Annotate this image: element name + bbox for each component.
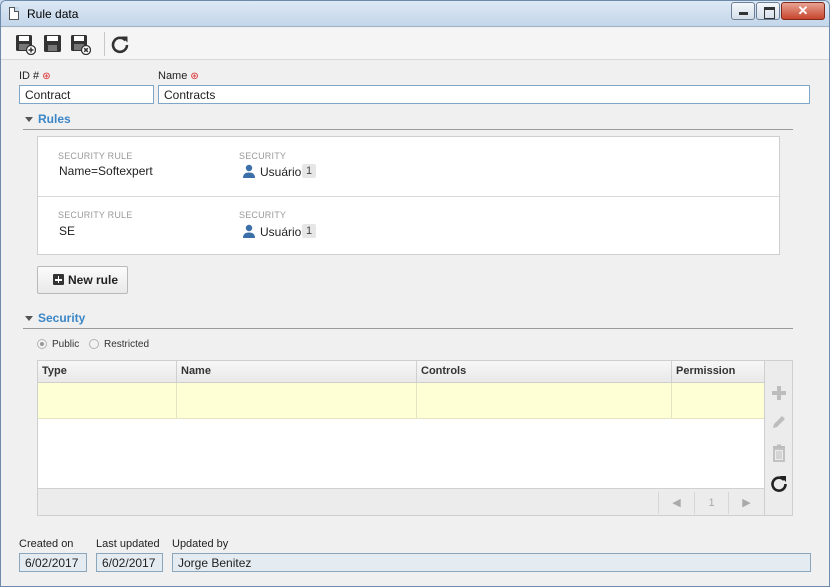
count-badge: 1 (302, 224, 317, 238)
user-icon (243, 224, 255, 238)
edit-icon (773, 416, 785, 428)
public-radio[interactable] (37, 339, 47, 349)
last-updated-label: Last updated (96, 538, 160, 550)
close-button[interactable]: ✕ (781, 2, 825, 20)
add-button[interactable] (769, 383, 789, 403)
name-label: Name ⊛ (158, 70, 199, 82)
toolbar (1, 28, 829, 60)
id-label-text: ID # (19, 70, 40, 82)
security-caption: SECURITY (239, 210, 287, 220)
grid-refresh-button[interactable] (769, 473, 789, 493)
rules-section-header[interactable]: Rules (23, 112, 793, 130)
add-icon (772, 386, 786, 400)
security-rule-caption: SECURITY RULE (58, 151, 133, 161)
refresh-button[interactable] (109, 33, 131, 55)
table-cell (38, 383, 177, 419)
save-button[interactable] (42, 33, 64, 55)
security-value: Usuário (260, 225, 302, 239)
table-row[interactable] (38, 383, 764, 419)
save-new-icon (16, 35, 37, 56)
save-close-icon (71, 35, 92, 56)
last-updated-field: 6/02/2017 (96, 553, 163, 572)
updated-by-label: Updated by (172, 538, 229, 550)
required-icon: ⊛ (190, 71, 199, 82)
public-label[interactable]: Public (52, 339, 79, 350)
rules-list: SECURITY RULE Name=Softexpert SECURITY U… (37, 136, 780, 255)
restricted-label[interactable]: Restricted (104, 339, 149, 350)
name-label-text: Name (158, 70, 188, 82)
delete-button[interactable] (769, 443, 789, 463)
title-bar: Rule data ✕ (1, 1, 829, 27)
next-page-button[interactable]: ▶ (728, 492, 764, 514)
security-rule-value: Name=Softexpert (59, 164, 153, 178)
maximize-button[interactable] (756, 2, 780, 20)
restricted-radio[interactable] (89, 339, 99, 349)
rules-section-title: Rules (38, 112, 71, 126)
security-grid: Type Name Controls Permission ◀ 1 ▶ (37, 360, 765, 516)
id-label: ID # ⊛ (19, 70, 51, 82)
column-header-name[interactable]: Name (177, 361, 417, 383)
name-input[interactable]: Contracts (158, 85, 810, 104)
pager: ◀ 1 ▶ (658, 492, 764, 514)
plus-icon (53, 274, 64, 285)
rule-row[interactable]: SECURITY RULE SE SECURITY Usuário 1 (38, 196, 779, 255)
window-title: Rule data (27, 7, 79, 21)
security-rule-value: SE (59, 224, 76, 238)
security-rule-caption: SECURITY RULE (58, 210, 133, 220)
new-rule-button[interactable]: New rule (37, 266, 128, 294)
required-icon: ⊛ (42, 71, 51, 82)
security-section-title: Security (38, 311, 86, 325)
grid-header: Type Name Controls Permission (38, 361, 764, 383)
collapse-triangle-icon (25, 117, 33, 122)
new-rule-label: New rule (68, 273, 119, 287)
table-cell (177, 383, 417, 419)
column-header-controls[interactable]: Controls (417, 361, 672, 383)
document-icon (9, 7, 19, 20)
column-header-permission[interactable]: Permission (672, 361, 764, 383)
user-icon (243, 164, 255, 178)
count-badge: 1 (302, 164, 317, 178)
created-on-field: 6/02/2017 (19, 553, 87, 572)
id-input[interactable]: Contract (19, 85, 154, 104)
delete-icon (773, 444, 785, 462)
save-new-button[interactable] (14, 33, 37, 56)
updated-by-field: Jorge Benitez (172, 553, 811, 572)
close-icon: ✕ (797, 3, 809, 18)
refresh-icon (111, 36, 129, 54)
created-on-label: Created on (19, 538, 74, 550)
rule-row[interactable]: SECURITY RULE Name=Softexpert SECURITY U… (38, 137, 779, 196)
previous-page-button[interactable]: ◀ (658, 492, 694, 514)
column-header-type[interactable]: Type (38, 361, 177, 383)
security-caption: SECURITY (239, 151, 287, 161)
grid-footer: ◀ 1 ▶ (38, 488, 764, 515)
minimize-button[interactable] (731, 2, 755, 20)
page-number: 1 (694, 492, 728, 514)
rule-data-window: Rule data ✕ ID # ⊛ Contract Name ⊛ Contr… (0, 0, 830, 587)
save-icon (44, 35, 61, 52)
toolbar-separator (104, 32, 105, 56)
table-cell (417, 383, 672, 419)
edit-button[interactable] (769, 412, 789, 432)
security-section-header[interactable]: Security (23, 311, 793, 329)
grid-action-bar (765, 360, 793, 516)
collapse-triangle-icon (25, 316, 33, 321)
security-value: Usuário (260, 165, 302, 179)
refresh-icon (771, 476, 787, 492)
save-close-button[interactable] (69, 33, 92, 56)
